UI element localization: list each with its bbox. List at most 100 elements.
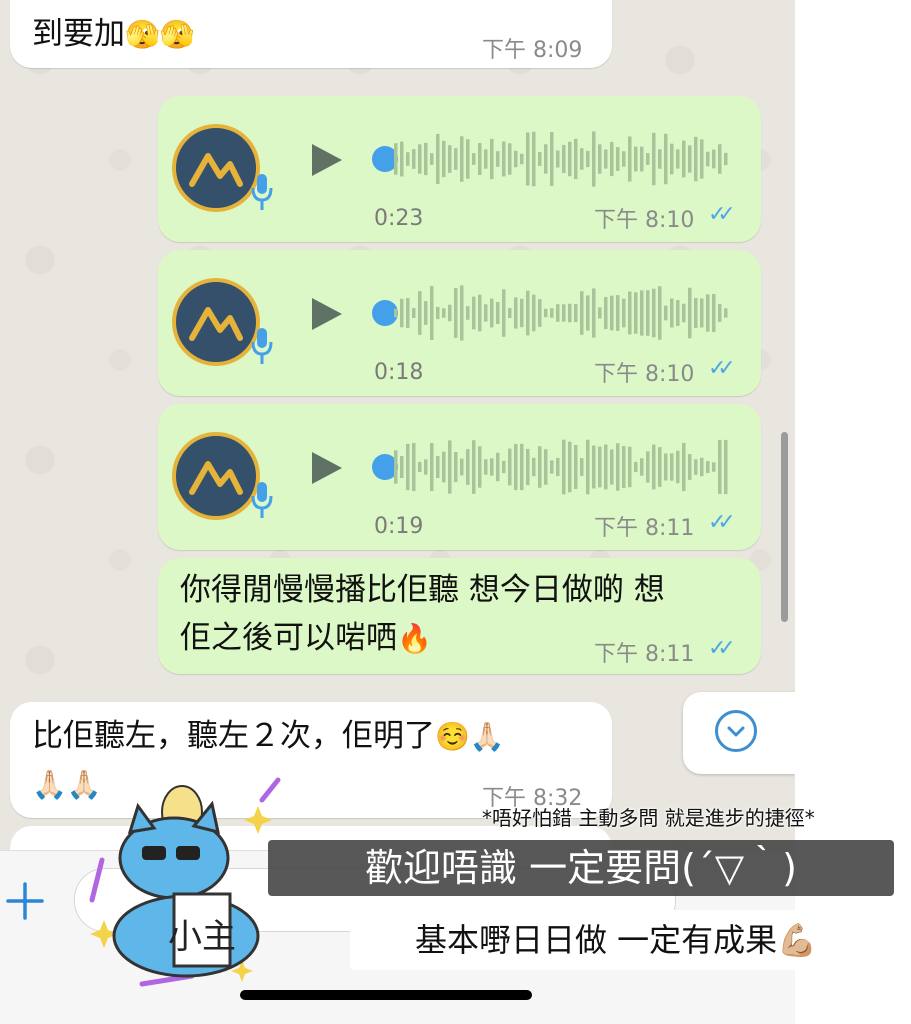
- waveform-bar: [400, 141, 404, 177]
- waveform-bar: [592, 288, 596, 338]
- read-receipt-icon: ✓✓: [708, 510, 736, 535]
- message-time: 下午 8:11: [594, 642, 695, 667]
- waveform-bar: [520, 153, 524, 165]
- voice-sender-avatar: [172, 278, 260, 366]
- waveform-bar: [724, 439, 728, 495]
- scroll-indicator[interactable]: [781, 432, 788, 622]
- waveform-bar: [664, 453, 668, 481]
- waveform-bar: [424, 301, 428, 325]
- waveform-bar: [646, 290, 650, 336]
- waveform-bar: [700, 139, 704, 179]
- waveform-bar: [646, 451, 650, 483]
- waveform-bar: [502, 460, 506, 474]
- caption-sub: 基本嘢日日做 一定有成果💪🏼: [350, 910, 882, 970]
- waveform-bar: [628, 446, 632, 488]
- voice-message-bubble[interactable]: 0:23 下午 8:10 ✓✓: [158, 96, 761, 242]
- waveform-bar: [556, 457, 560, 477]
- waveform-bar: [610, 449, 614, 485]
- waveform-bar: [538, 152, 542, 166]
- waveform-bar: [484, 149, 488, 169]
- waveform-bar: [448, 440, 452, 494]
- home-indicator: [240, 990, 532, 1000]
- message-time: 下午 8:10: [594, 208, 695, 233]
- waveform-bar: [442, 140, 446, 178]
- waveform-bar: [484, 304, 488, 322]
- waveform-bar: [508, 307, 512, 319]
- waveform-bar: [574, 303, 578, 323]
- message-text-line-1: 比佢聽左，聽左２次，佢明了: [32, 718, 435, 754]
- waveform-bar: [502, 141, 506, 177]
- waveform-bar: [508, 448, 512, 486]
- waveform-bar: [466, 306, 470, 320]
- waveform-bar: [400, 298, 404, 328]
- voice-message-bubble[interactable]: 0:19 下午 8:11 ✓✓: [158, 404, 761, 550]
- voice-duration: 0:18: [374, 360, 424, 385]
- waveform-bar: [622, 446, 626, 488]
- voice-sender-avatar: [172, 432, 260, 520]
- message-time: 下午 8:09: [482, 38, 583, 63]
- waveform-bar: [640, 146, 644, 172]
- waveform-bar: [490, 298, 494, 328]
- play-icon[interactable]: [306, 294, 346, 334]
- waveform-bar: [466, 449, 470, 485]
- waveform-bar: [646, 153, 650, 165]
- waveform-bar: [436, 306, 440, 320]
- waveform-bar: [412, 149, 416, 169]
- waveform-bar: [484, 459, 488, 475]
- message-bubble-outgoing[interactable]: 你得閒慢慢播比佢聽 想今日做啲 想 佢之後可以啱哂🔥 下午 8:11 ✓✓: [158, 558, 761, 674]
- play-icon[interactable]: [306, 140, 346, 180]
- play-icon[interactable]: [306, 448, 346, 488]
- mountain-logo-icon: [189, 461, 243, 495]
- waveform-bar: [394, 450, 398, 484]
- sticker-text: 小主: [168, 917, 236, 957]
- voice-message-bubble[interactable]: 0:18 下午 8:10 ✓✓: [158, 250, 761, 396]
- waveform-bar: [550, 308, 554, 318]
- message-time: 下午 8:11: [594, 516, 695, 541]
- waveform-bar: [694, 459, 698, 475]
- waveform-bar: [436, 455, 440, 479]
- waveform-bar: [466, 139, 470, 179]
- waveform-bar: [712, 149, 716, 169]
- waveform-bar: [460, 136, 464, 182]
- waveform-bar: [448, 304, 452, 322]
- waveform-bar: [424, 142, 428, 176]
- waveform-bar: [544, 449, 548, 485]
- waveform-bar: [670, 298, 674, 328]
- waveform-bar: [532, 131, 536, 187]
- flexed-biceps-emoji: 💪🏼: [777, 921, 818, 959]
- waveform-bar: [418, 461, 422, 473]
- waveform-bar: [676, 149, 680, 169]
- waveform-bar: [682, 442, 686, 492]
- waveform[interactable]: [394, 434, 734, 500]
- waveform-bar: [406, 298, 410, 328]
- waveform-bar: [472, 296, 476, 330]
- caption-main: 歡迎唔識 一定要問(´▽｀): [268, 840, 894, 896]
- waveform-bar: [640, 290, 644, 336]
- waveform-bar: [490, 138, 494, 180]
- waveform-bar: [664, 133, 668, 185]
- caption-sub-text: 基本嘢日日做 一定有成果: [414, 921, 778, 959]
- waveform-bar: [616, 443, 620, 491]
- message-bubble-incoming[interactable]: 到要加🫣🫣 下午 8:09: [10, 0, 612, 68]
- waveform[interactable]: [394, 280, 734, 346]
- waveform-bar: [394, 143, 398, 175]
- waveform-bar: [544, 308, 548, 318]
- waveform-bar: [514, 150, 518, 168]
- emoji: 🫣🫣: [125, 18, 195, 51]
- scroll-to-bottom-button[interactable]: [683, 692, 795, 774]
- message-text-line-2: 佢之後可以啱哂: [180, 620, 397, 656]
- waveform-bar: [442, 308, 446, 318]
- plus-icon[interactable]: [4, 880, 46, 922]
- waveform-bar: [658, 286, 662, 340]
- waveform-bar: [550, 460, 554, 474]
- waveform-bar: [688, 454, 692, 480]
- waveform-bar: [556, 150, 560, 168]
- waveform[interactable]: [394, 126, 734, 192]
- waveform-bar: [586, 439, 590, 495]
- waveform-bar: [412, 308, 416, 318]
- waveform-bar: [586, 150, 590, 168]
- waveform-bar: [478, 143, 482, 175]
- waveform-bar: [688, 287, 692, 339]
- waveform-bar: [568, 141, 572, 177]
- read-receipt-icon: ✓✓: [708, 202, 736, 227]
